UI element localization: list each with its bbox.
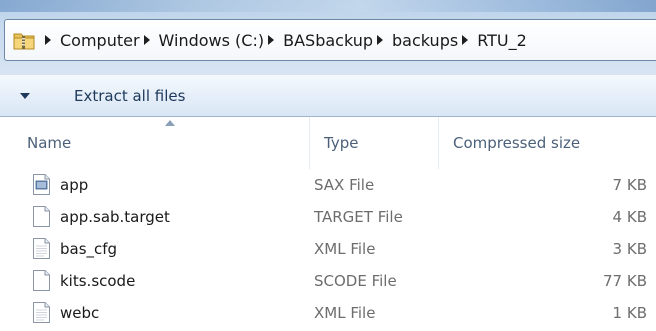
breadcrumb-arrow-icon[interactable] [462, 35, 469, 45]
column-header-type-label: Type [324, 134, 359, 152]
file-text-icon [33, 238, 50, 259]
file-blank-icon [33, 270, 50, 291]
breadcrumb-arrow-icon[interactable] [45, 35, 51, 45]
file-text-icon [33, 302, 50, 323]
file-type: SAX File [314, 176, 375, 194]
column-header-compressed-size[interactable]: Compressed size [440, 117, 656, 169]
breadcrumb-rtu-2[interactable]: RTU_2 [477, 31, 527, 50]
column-header-type[interactable]: Type [311, 117, 439, 169]
address-bar[interactable]: Computer Windows (C:) BASbackup backups … [4, 19, 656, 61]
column-header-name-label: Name [27, 134, 72, 152]
file-size: 4 KB [612, 208, 647, 226]
file-type: SCODE File [314, 272, 397, 290]
file-row[interactable]: app.sab.target TARGET File 4 KB [0, 201, 656, 233]
file-size: 77 KB [603, 272, 647, 290]
file-name: bas_cfg [60, 240, 118, 258]
breadcrumb-arrow-icon[interactable] [268, 35, 275, 45]
file-row[interactable]: webc XML File 1 KB [0, 297, 656, 329]
file-type: TARGET File [314, 208, 403, 226]
file-row[interactable]: kits.scode SCODE File 77 KB [0, 265, 656, 297]
column-header-size-label: Compressed size [453, 134, 581, 152]
chevron-down-icon[interactable] [20, 92, 30, 99]
file-type: XML File [314, 304, 376, 322]
file-size: 3 KB [612, 240, 647, 258]
file-row[interactable]: bas_cfg XML File 3 KB [0, 233, 656, 265]
window-chrome: Computer Windows (C:) BASbackup backups … [0, 0, 656, 75]
file-name: kits.scode [60, 272, 136, 290]
breadcrumb-computer[interactable]: Computer [60, 31, 140, 50]
file-size: 1 KB [612, 304, 647, 322]
file-lines-icon [33, 174, 50, 195]
file-name: webc [60, 304, 100, 322]
file-row[interactable]: app SAX File 7 KB [0, 169, 656, 201]
folder-zip-icon [13, 33, 35, 50]
title-band [0, 0, 656, 12]
file-name: app.sab.target [60, 208, 170, 226]
sort-ascending-icon [165, 120, 175, 126]
extract-all-files-button[interactable]: Extract all files [68, 83, 191, 109]
column-header-name[interactable]: Name [14, 117, 310, 169]
file-blank-icon [33, 206, 50, 227]
breadcrumb-windows-c[interactable]: Windows (C:) [159, 31, 265, 50]
file-type: XML File [314, 240, 376, 258]
breadcrumb-backups[interactable]: backups [392, 31, 458, 50]
file-size: 7 KB [612, 176, 647, 194]
breadcrumb-basbackup[interactable]: BASbackup [283, 31, 373, 50]
breadcrumb-arrow-icon[interactable] [377, 35, 384, 45]
column-header-row: Name Type Compressed size [0, 117, 656, 169]
file-name: app [60, 176, 89, 194]
command-toolbar: Extract all files [0, 75, 656, 117]
breadcrumb-arrow-icon[interactable] [143, 35, 150, 45]
